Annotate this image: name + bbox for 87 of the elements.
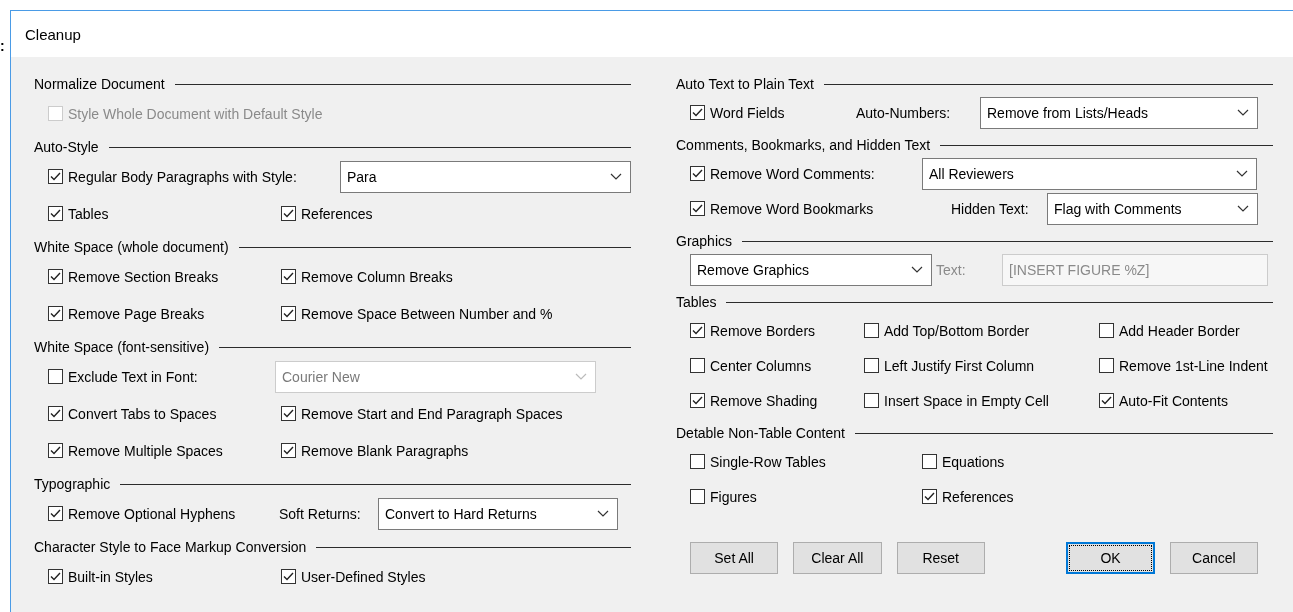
checkbox[interactable]: Remove Shading [690, 392, 864, 409]
section-title: Character Style to Face Markup Conversion [34, 539, 307, 555]
chevron-down-icon [1237, 109, 1249, 116]
window-title: Cleanup [25, 25, 81, 43]
checkbox[interactable]: Equations [922, 453, 1273, 470]
checkmark-icon [50, 309, 61, 318]
checkmark-icon [283, 272, 294, 281]
dialog-button[interactable]: Reset [896, 542, 985, 574]
checkmark-icon [924, 492, 935, 501]
dropdown[interactable]: Para [340, 160, 631, 193]
checkbox[interactable]: Single-Row Tables [690, 453, 922, 470]
chevron-down-icon [1237, 205, 1249, 212]
checkbox[interactable]: Remove Multiple Spaces [48, 442, 281, 459]
dropdown[interactable]: Remove from Lists/Heads [980, 96, 1258, 129]
field-label: Hidden Text: [950, 200, 1030, 217]
checkmark-icon [283, 572, 294, 581]
checkmark-icon [50, 172, 61, 181]
checkmark-icon [283, 446, 294, 455]
colon-mark: : [0, 38, 5, 54]
chevron-down-icon [610, 173, 622, 180]
chevron-down-icon [597, 510, 609, 517]
checkmark-icon [50, 446, 61, 455]
section-title: Comments, Bookmarks, and Hidden Text [676, 137, 931, 153]
checkbox[interactable]: Add Header Border [1099, 322, 1273, 339]
dropdown[interactable]: All Reviewers [922, 157, 1257, 190]
checkbox[interactable]: Word Fields [690, 104, 852, 121]
checkbox[interactable]: Convert Tabs to Spaces [48, 405, 281, 422]
checkmark-icon [50, 209, 61, 218]
dialog-button[interactable]: Clear All [793, 542, 882, 574]
checkmark-icon [50, 509, 61, 518]
checkbox[interactable]: Remove Optional Hyphens [48, 505, 275, 522]
checkbox[interactable]: References [922, 488, 1273, 505]
checkbox[interactable]: Remove Section Breaks [48, 268, 281, 285]
checkmark-icon [692, 108, 703, 117]
checkbox[interactable]: Center Columns [690, 357, 864, 374]
checkbox[interactable]: Remove Blank Paragraphs [281, 442, 631, 459]
checkmark-icon [283, 309, 294, 318]
chevron-down-icon [1236, 170, 1248, 177]
checkmark-icon [692, 169, 703, 178]
checkbox[interactable]: Remove Start and End Paragraph Spaces [281, 405, 631, 422]
section-title: Typographic [34, 476, 111, 492]
checkbox[interactable]: User-Defined Styles [281, 568, 631, 585]
checkmark-icon [283, 209, 294, 218]
dropdown[interactable]: Flag with Comments [1047, 192, 1258, 225]
section-title: Normalize Document [34, 76, 165, 92]
checkbox[interactable]: Figures [690, 488, 922, 505]
checkbox[interactable]: Remove Space Between Number and % [281, 305, 631, 322]
section-title: Graphics [676, 233, 733, 249]
chevron-down-icon [911, 266, 923, 273]
checkbox[interactable]: Remove Word Comments: [690, 165, 922, 182]
dropdown[interactable]: Convert to Hard Returns [378, 497, 618, 530]
checkmark-icon [283, 409, 294, 418]
checkbox[interactable]: Tables [48, 205, 281, 222]
checkbox[interactable]: Remove Page Breaks [48, 305, 281, 322]
checkmark-icon [50, 272, 61, 281]
chevron-down-icon [575, 373, 587, 380]
checkbox[interactable]: Insert Space in Empty Cell [864, 392, 1099, 409]
checkbox[interactable]: Add Top/Bottom Border [864, 322, 1099, 339]
section-title: White Space (whole document) [34, 239, 229, 255]
section-title: Auto-Style [34, 139, 99, 155]
checkbox[interactable]: Exclude Text in Font: [48, 368, 275, 385]
checkbox[interactable]: Remove Column Breaks [281, 268, 631, 285]
checkmark-icon [692, 396, 703, 405]
section-title: Auto Text to Plain Text [676, 76, 814, 92]
checkbox[interactable]: Left Justify First Column [864, 357, 1099, 374]
checkbox[interactable]: Remove Word Bookmarks [690, 200, 947, 217]
dialog-button[interactable]: Set All [690, 542, 779, 574]
checkmark-icon [1101, 396, 1112, 405]
checkbox[interactable]: Regular Body Paragraphs with Style: [48, 168, 340, 185]
dialog-button[interactable]: Cancel [1169, 542, 1258, 574]
checkmark-icon [50, 572, 61, 581]
field-label: Auto-Numbers: [855, 104, 952, 121]
checkbox[interactable]: Auto-Fit Contents [1099, 392, 1273, 409]
checkbox[interactable]: Built-in Styles [48, 568, 281, 585]
checkmark-icon [50, 409, 61, 418]
checkbox[interactable]: Remove Borders [690, 322, 864, 339]
checkbox[interactable]: Remove 1st-Line Indent [1099, 357, 1273, 374]
section-title: Tables [676, 294, 717, 310]
dropdown[interactable]: Remove Graphics [690, 253, 932, 286]
dialog-button[interactable]: OK [1066, 542, 1155, 574]
section-title: Detable Non-Table Content [676, 425, 845, 441]
field-label: Soft Returns: [278, 505, 362, 522]
section-title: White Space (font-sensitive) [34, 339, 210, 355]
checkmark-icon [692, 204, 703, 213]
checkmark-icon [692, 326, 703, 335]
checkbox[interactable]: References [281, 205, 631, 222]
field-label: Text: [935, 261, 967, 278]
